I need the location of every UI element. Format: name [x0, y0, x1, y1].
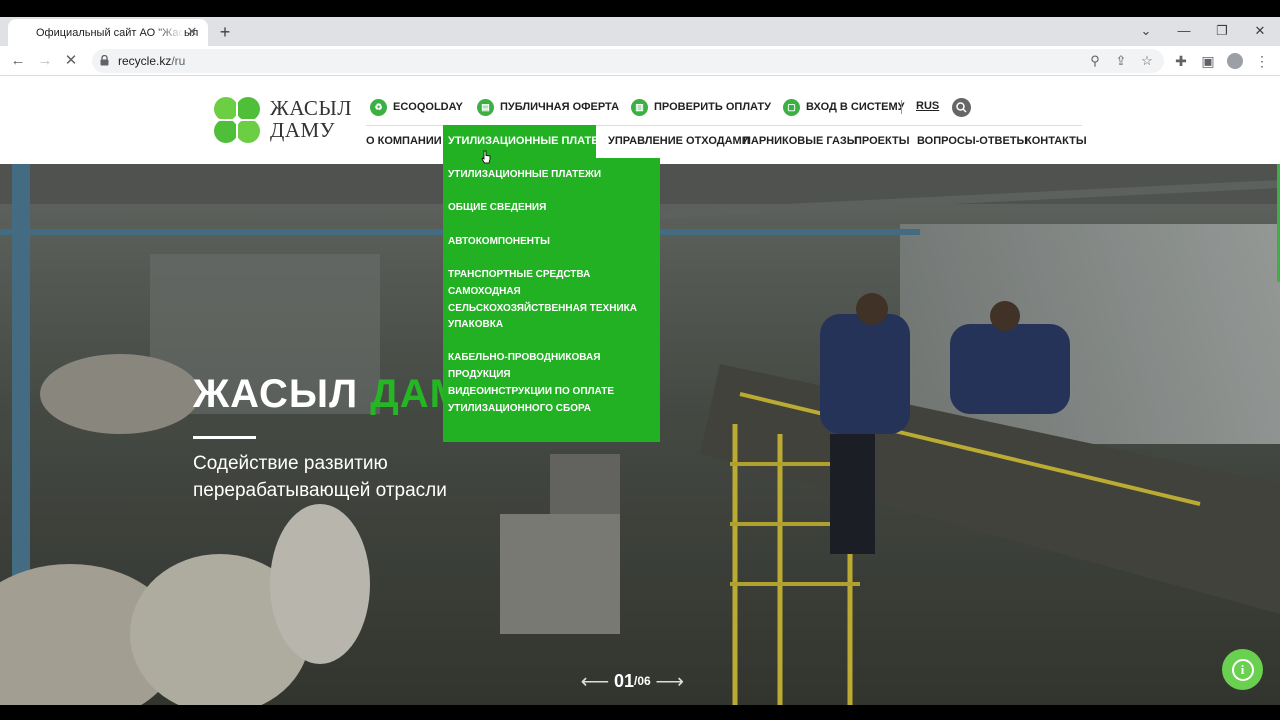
public-offer-link[interactable]: ▤ ПУБЛИЧНАЯ ОФЕРТА [477, 98, 619, 116]
clover-logo-icon [213, 97, 261, 145]
nav-payments-label: УТИЛИЗАЦИОННЫЕ ПЛАТЕЖИ [448, 135, 617, 147]
zoom-icon[interactable]: ⚲ [1086, 52, 1104, 70]
browser-tab-active[interactable]: Официальный сайт АО "Жасыл ✕ [8, 19, 208, 46]
nav-faq[interactable]: ВОПРОСЫ-ОТВЕТЫ [917, 135, 1027, 147]
nav-about[interactable]: О КОМПАНИИ [366, 135, 442, 147]
info-icon: i [1231, 658, 1254, 681]
forward-icon[interactable]: → [34, 50, 56, 72]
language-switch[interactable]: RUS [916, 100, 939, 112]
slide-current: 01 [614, 670, 635, 691]
side-panel-icon[interactable]: ▣ [1197, 50, 1219, 72]
tab-title-fade [154, 19, 184, 46]
site-header: ЖАСЫЛ ДАМУ ♻ ECOQOLDAY ▤ ПУБЛИЧНАЯ ОФЕРТ… [0, 76, 1280, 164]
address-bar[interactable]: recycle.kz/ru ⚲ ⇪ ☆ [92, 49, 1164, 73]
login-link[interactable]: ▢ ВХОД В СИСТЕМУ [783, 98, 904, 116]
dropdown-item-auto-components[interactable]: АВТОКОМПОНЕНТЫ [448, 233, 656, 250]
slide-total: /06 [634, 674, 651, 688]
extensions-icon[interactable]: ✚ [1170, 50, 1192, 72]
dropdown-item-video-instructions[interactable]: ВИДЕОИНСТРУКЦИИ ПО ОПЛАТЕ УТИЛИЗАЦИОННОГ… [448, 383, 656, 417]
logo-text: ЖАСЫЛ ДАМУ [270, 96, 352, 142]
tab-strip: Официальный сайт АО "Жасыл ✕ + ⌄ — ❐ ✕ [0, 17, 1280, 46]
recycle-icon: ♻ [370, 98, 387, 116]
document-icon: ▤ [477, 98, 494, 116]
next-slide-icon[interactable]: ⟶ [655, 669, 685, 694]
slide-pager: ⟵ 01 /06 ⟶ [580, 669, 685, 693]
lock-icon [100, 55, 109, 66]
share-icon[interactable]: ⇪ [1112, 52, 1130, 70]
url-text: recycle.kz/ru [118, 54, 186, 68]
hero-underline [193, 436, 256, 439]
tab-search-icon[interactable]: ⌄ [1131, 20, 1161, 42]
hero-subtitle: Содействие развитию перерабатывающей отр… [193, 453, 447, 501]
nav-waste[interactable]: УПРАВЛЕНИЕ ОТХОДАМИ [608, 135, 750, 147]
close-tab-icon[interactable]: ✕ [184, 24, 200, 40]
menu-kebab-icon[interactable]: ⋮ [1251, 50, 1273, 72]
close-window-icon[interactable]: ✕ [1245, 20, 1275, 42]
browser-toolbar: ← → ✕ recycle.kz/ru ⚲ ⇪ ☆ ✚ ▣ ⋮ [0, 46, 1280, 76]
dropdown-item-payments[interactable]: УТИЛИЗАЦИОННЫЕ ПЛАТЕЖИ [448, 166, 656, 183]
dropdown-item-general-info[interactable]: ОБЩИЕ СВЕДЕНИЯ [448, 199, 656, 216]
back-icon[interactable]: ← [7, 50, 29, 72]
site-logo[interactable]: ЖАСЫЛ ДАМУ [207, 91, 352, 151]
nav-projects[interactable]: ПРОЕКТЫ [854, 135, 909, 147]
prev-slide-icon[interactable]: ⟵ [580, 669, 610, 694]
payments-dropdown-menu: УТИЛИЗАЦИОННЫЕ ПЛАТЕЖИ ОБЩИЕ СВЕДЕНИЯ АВ… [443, 158, 660, 442]
screen-frame: Официальный сайт АО "Жасыл ✕ + ⌄ — ❐ ✕ ←… [0, 0, 1280, 720]
stop-loading-icon[interactable]: ✕ [60, 50, 82, 72]
dropdown-item-cable-products[interactable]: КАБЕЛЬНО-ПРОВОДНИКОВАЯ ПРОДУКЦИЯ [448, 349, 656, 383]
browser-window: Официальный сайт АО "Жасыл ✕ + ⌄ — ❐ ✕ ←… [0, 17, 1280, 705]
ecoqolday-link[interactable]: ♻ ECOQOLDAY [370, 98, 463, 116]
dropdown-item-vehicles[interactable]: ТРАНСПОРТНЫЕ СРЕДСТВА САМОХОДНАЯ СЕЛЬСКО… [448, 266, 656, 317]
maximize-icon[interactable]: ❐ [1207, 20, 1237, 42]
info-button[interactable]: i [1222, 649, 1263, 690]
nav-ghg[interactable]: ПАРНИКОВЫЕ ГАЗЫ [743, 135, 858, 147]
lock-icon: ▢ [783, 98, 800, 116]
minimize-icon[interactable]: — [1169, 20, 1199, 42]
nav-contacts[interactable]: КОНТАКТЫ [1025, 135, 1087, 147]
profile-avatar-icon[interactable] [1227, 53, 1243, 69]
search-icon[interactable] [952, 98, 971, 117]
check-payment-link[interactable]: ▥ ПРОВЕРИТЬ ОПЛАТУ [631, 98, 771, 116]
mouse-pointer-icon [481, 150, 491, 164]
receipt-icon: ▥ [631, 98, 648, 116]
bookmark-star-icon[interactable]: ☆ [1138, 52, 1156, 70]
nav-payments-active[interactable]: УТИЛИЗАЦИОННЫЕ ПЛАТЕЖИ [443, 125, 616, 158]
dropdown-item-packaging[interactable]: УПАКОВКА [448, 316, 656, 333]
new-tab-icon[interactable]: + [214, 21, 236, 43]
divider [901, 100, 902, 114]
